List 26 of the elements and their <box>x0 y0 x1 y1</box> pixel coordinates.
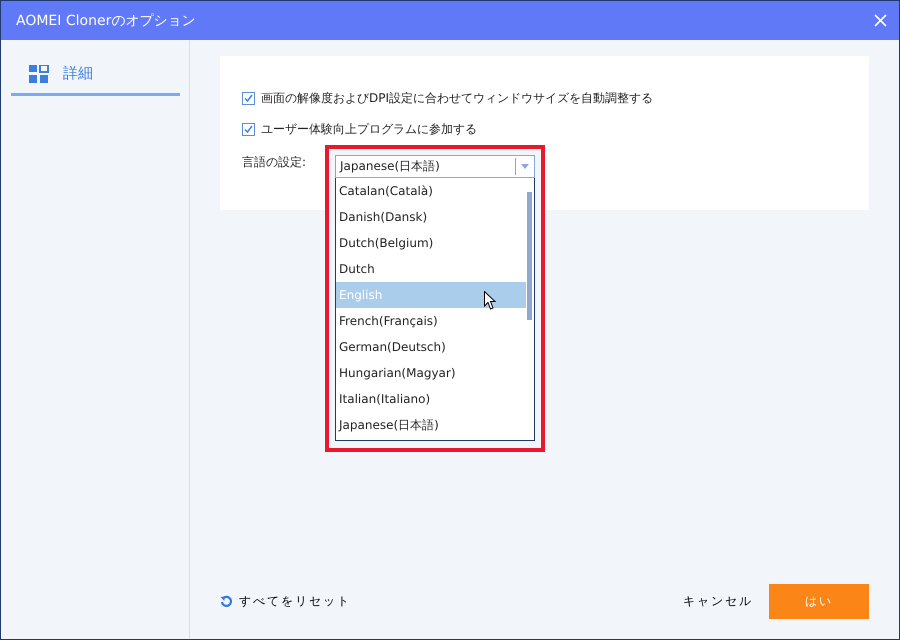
option-label: ユーザー体験向上プログラムに参加する <box>261 121 477 138</box>
caret-icon <box>521 164 529 169</box>
cancel-button[interactable]: キャンセル <box>677 592 759 611</box>
language-option[interactable]: Hungarian(Magyar) <box>336 360 526 386</box>
language-option[interactable]: French(Français) <box>336 308 526 334</box>
language-option[interactable]: German(Deutsch) <box>336 334 526 360</box>
language-option[interactable]: Dutch(Belgium) <box>336 230 526 256</box>
grid-icon <box>29 64 49 82</box>
language-dropdown[interactable]: Japanese(日本語) <box>335 155 535 178</box>
scrollbar-thumb[interactable] <box>527 192 532 320</box>
checkbox[interactable] <box>242 123 255 136</box>
language-option[interactable]: Danish(Dansk) <box>336 204 526 230</box>
option-label: 画面の解像度およびDPI設定に合わせてウィンドウサイズを自動調整する <box>261 90 654 107</box>
reset-icon <box>220 595 233 608</box>
language-option[interactable]: Dutch <box>336 256 526 282</box>
close-button[interactable] <box>872 12 889 29</box>
checkbox[interactable] <box>242 92 255 105</box>
language-option[interactable]: Italian(Italiano) <box>336 386 526 412</box>
language-option[interactable]: Japanese(日本語) <box>336 412 526 438</box>
reset-link[interactable]: すべてをリセット <box>220 593 351 610</box>
pointer-icon <box>484 291 496 310</box>
window-title: AOMEI Clonerのオプション <box>16 12 196 30</box>
sidebar-tab[interactable]: 詳細 <box>11 60 180 96</box>
close-icon <box>874 14 887 27</box>
language-label: 言語の設定: <box>242 154 306 171</box>
language-option[interactable]: Catalan(Català) <box>336 178 526 204</box>
